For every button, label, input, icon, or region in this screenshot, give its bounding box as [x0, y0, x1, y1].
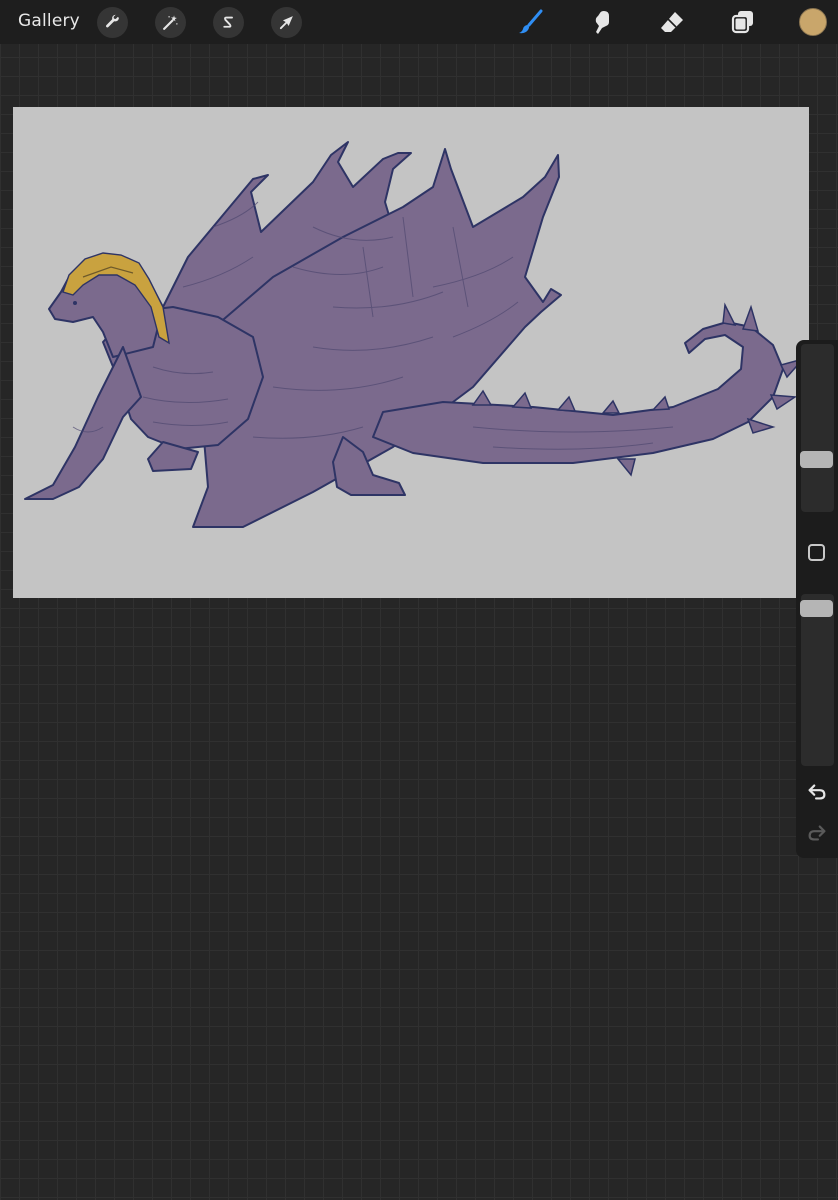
modify-square-icon[interactable]: [808, 544, 825, 561]
color-picker-button[interactable]: [799, 8, 827, 36]
magic-wand-icon: [163, 15, 178, 30]
front-leg: [24, 346, 142, 500]
smudge-icon: [595, 11, 609, 34]
gallery-button[interactable]: Gallery: [18, 11, 80, 31]
eraser-icon: [661, 12, 683, 32]
undo-icon[interactable]: [806, 781, 828, 803]
layers-icon: [731, 11, 753, 34]
selection-button[interactable]: [213, 7, 244, 38]
brush-size-slider[interactable]: [801, 344, 834, 512]
redo-icon[interactable]: [806, 822, 828, 844]
brush-tool-button[interactable]: [515, 6, 547, 38]
smudge-tool-button[interactable]: [586, 6, 618, 38]
opacity-thumb[interactable]: [800, 600, 833, 618]
brush-size-thumb[interactable]: [800, 451, 833, 469]
transform-button[interactable]: [271, 7, 302, 38]
top-toolbar: Gallery: [0, 0, 838, 44]
arrow-cursor-icon: [279, 16, 293, 30]
drawing-canvas[interactable]: #dragon-body path { fill: #7b6a8d; strok…: [13, 107, 809, 598]
actions-button[interactable]: [97, 7, 128, 38]
layers-button[interactable]: [727, 6, 759, 38]
brush-sidebar: [796, 340, 838, 858]
opacity-slider[interactable]: [801, 594, 834, 766]
dragon-illustration: #dragon-body path { fill: #7b6a8d; strok…: [24, 141, 806, 528]
dragon-eye: [73, 301, 77, 305]
selection-s-icon: [223, 16, 233, 28]
eraser-tool-button[interactable]: [656, 6, 688, 38]
wrench-icon: [105, 14, 119, 28]
brush-icon: [519, 9, 543, 34]
adjustments-button[interactable]: [155, 7, 186, 38]
